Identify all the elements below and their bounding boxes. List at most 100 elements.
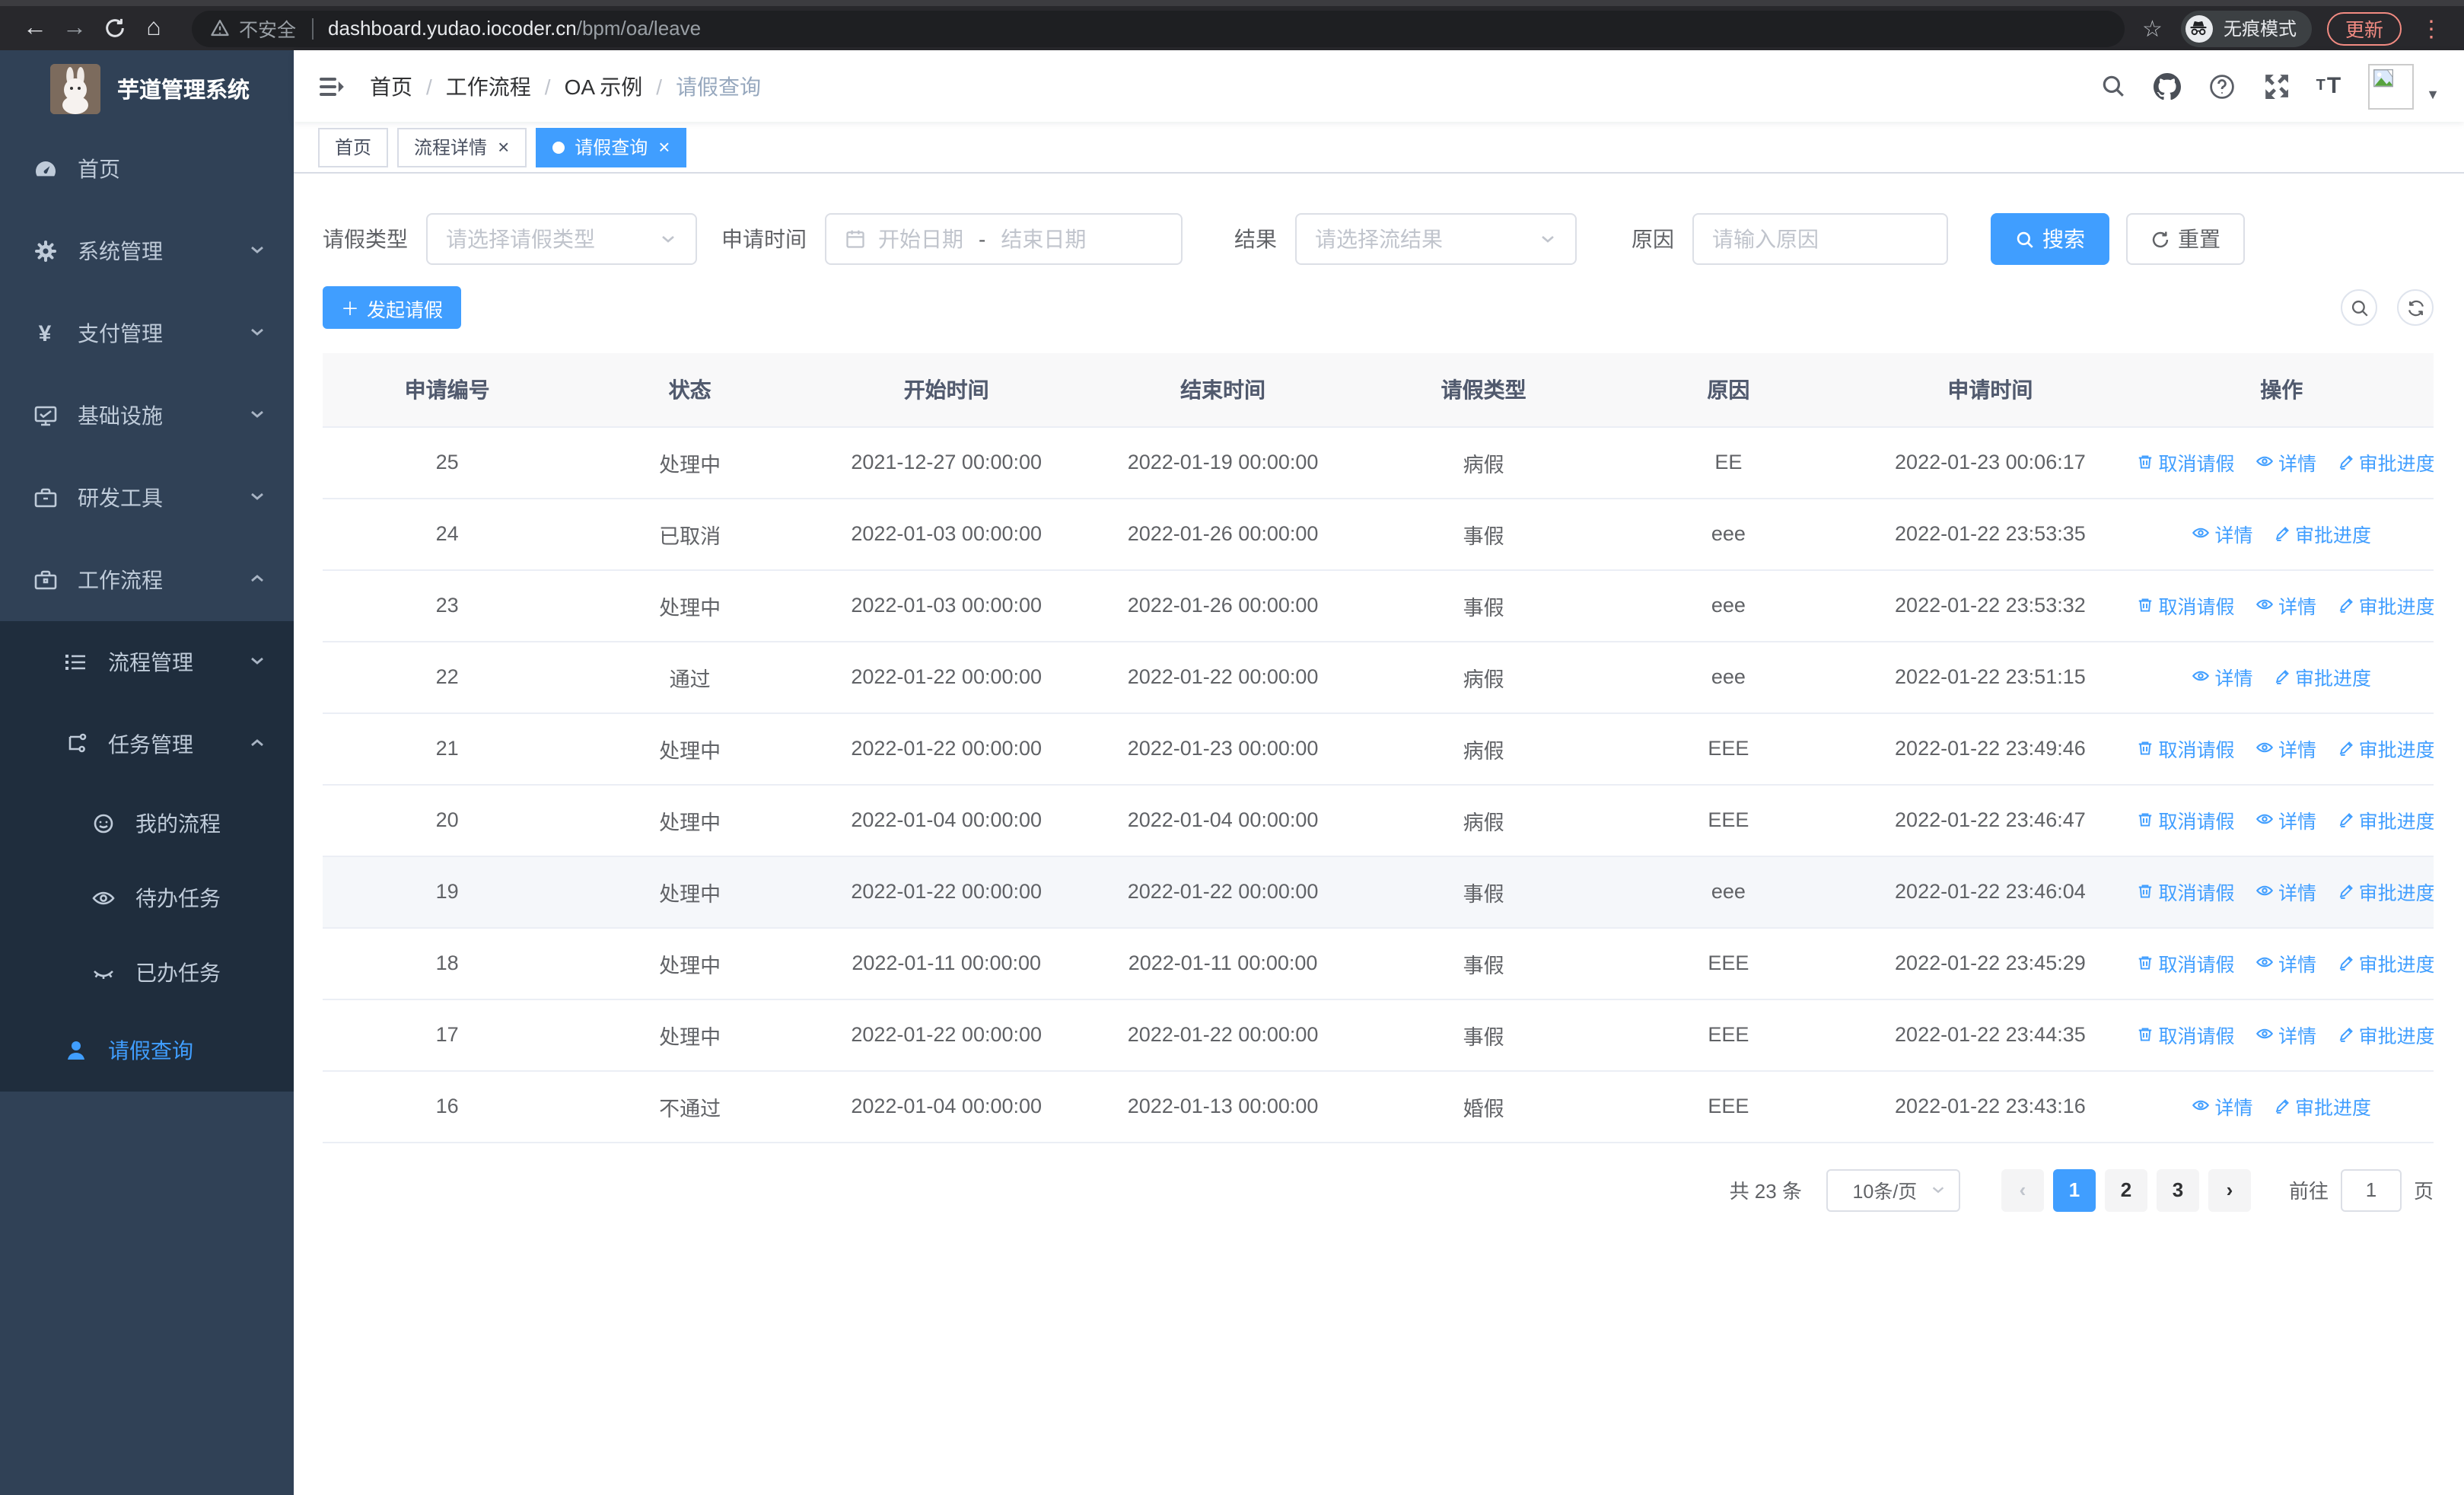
page-button-3[interactable]: 3 (2156, 1168, 2199, 1211)
breadcrumb-oa-example[interactable]: OA 示例 (565, 71, 643, 101)
address-bar[interactable]: 不安全 dashboard.yudao.iocoder.cn/bpm/oa/le… (192, 10, 2125, 46)
detail-link[interactable]: 详情 (2192, 519, 2252, 548)
search-form: 请假类型 请选择请假类型 申请时间 开始日期 - 结束日期 结果 请选择流结果 … (323, 213, 2434, 265)
browser-home-icon[interactable]: ⌂ (134, 15, 173, 40)
sidebar-item-system[interactable]: 系统管理 (0, 210, 294, 292)
detail-link[interactable]: 详情 (2255, 591, 2316, 620)
create-leave-label: 发起请假 (367, 299, 444, 320)
browser-reload-icon[interactable] (94, 16, 134, 40)
page-button-1[interactable]: 1 (2052, 1168, 2096, 1211)
search-button[interactable]: 搜索 (1991, 213, 2109, 265)
pen-icon (2339, 598, 2353, 614)
browser-forward-icon[interactable]: → (55, 15, 94, 40)
approval-progress-link[interactable]: 审批进度 (2338, 735, 2434, 763)
approval-progress-link[interactable]: 审批进度 (2274, 1092, 2371, 1121)
detail-link[interactable]: 详情 (2192, 1092, 2252, 1120)
cancel-leave-link[interactable]: 取消请假 (2137, 1021, 2235, 1050)
header-search-icon[interactable] (2100, 73, 2126, 99)
detail-link[interactable]: 详情 (2255, 734, 2316, 763)
close-icon[interactable]: × (498, 137, 509, 157)
sidebar-item-payment[interactable]: ¥ 支付管理 (0, 292, 294, 375)
tag-home[interactable]: 首页 (318, 127, 389, 167)
help-icon[interactable] (2208, 72, 2236, 100)
github-icon[interactable] (2153, 72, 2181, 100)
cell-actions: 详情 审批进度 (2129, 1070, 2434, 1143)
detail-link[interactable]: 详情 (2255, 1020, 2316, 1049)
font-size-icon[interactable]: TT (2316, 73, 2341, 99)
close-icon[interactable]: × (658, 137, 670, 157)
breadcrumb-home[interactable]: 首页 (370, 71, 412, 101)
cancel-leave-link[interactable]: 取消请假 (2137, 448, 2235, 477)
detail-link[interactable]: 详情 (2192, 662, 2252, 691)
breadcrumb-workflow[interactable]: 工作流程 (446, 71, 531, 101)
leave-table: 申请编号 状态 开始时间 结束时间 请假类型 原因 申请时间 操作 25 处理中 2 (323, 353, 2434, 1143)
sidebar-item-workflow[interactable]: 工作流程 (0, 539, 294, 621)
fullscreen-icon[interactable] (2263, 73, 2289, 99)
sidebar-item-dev-tools[interactable]: 研发工具 (0, 457, 294, 539)
cell-type: 事假 (1361, 498, 1606, 570)
sidebar-item-leave-query[interactable]: 请假查询 (0, 1009, 294, 1092)
approval-progress-link[interactable]: 审批进度 (2338, 949, 2434, 978)
broken-image-icon (2373, 69, 2394, 87)
approval-progress-link[interactable]: 审批进度 (2338, 591, 2434, 620)
page-button-2[interactable]: 2 (2104, 1168, 2147, 1211)
tag-process-detail[interactable]: 流程详情 × (397, 127, 527, 167)
cancel-leave-link[interactable]: 取消请假 (2137, 878, 2235, 907)
detail-link[interactable]: 详情 (2255, 805, 2316, 834)
user-avatar[interactable] (2368, 63, 2415, 109)
avatar-dropdown-caret-icon[interactable]: ▼ (2426, 86, 2440, 101)
cell-start: 2022-01-11 00:00:00 (808, 927, 1085, 999)
eye-icon (2192, 1101, 2210, 1111)
sidebar-item-todo-tasks[interactable]: 待办任务 (0, 860, 294, 935)
cell-status: 处理中 (571, 856, 808, 928)
detail-link[interactable]: 详情 (2255, 448, 2316, 477)
cancel-leave-link[interactable]: 取消请假 (2137, 949, 2235, 978)
sidebar-item-task-management[interactable]: 任务管理 (0, 703, 294, 786)
bookmark-star-icon[interactable]: ☆ (2142, 14, 2163, 42)
eye-icon (2255, 1029, 2274, 1039)
security-label[interactable]: 不安全 (239, 14, 296, 43)
cell-reason: eee (1606, 498, 1851, 570)
approval-progress-link[interactable]: 审批进度 (2338, 448, 2434, 477)
goto-page-input[interactable] (2340, 1168, 2402, 1211)
sidebar-item-infrastructure[interactable]: 基础设施 (0, 375, 294, 457)
chevron-up-icon (248, 732, 266, 757)
eye-icon (2255, 886, 2274, 896)
reset-button[interactable]: 重置 (2126, 213, 2245, 265)
next-page-button[interactable]: › (2208, 1168, 2251, 1211)
approval-progress-link[interactable]: 审批进度 (2338, 806, 2434, 835)
browser-menu-icon[interactable]: ⋮ (2414, 14, 2449, 42)
tag-leave-query[interactable]: 请假查询 × (535, 127, 687, 167)
sidebar-item-process-management[interactable]: 流程管理 (0, 621, 294, 703)
apply-time-range-picker[interactable]: 开始日期 - 结束日期 (825, 213, 1183, 265)
sidebar-collapse-icon[interactable] (318, 72, 345, 100)
prev-page-button[interactable]: ‹ (2001, 1168, 2044, 1211)
trash-icon (2139, 741, 2152, 756)
detail-link[interactable]: 详情 (2255, 948, 2316, 977)
sidebar-item-done-tasks[interactable]: 已办任务 (0, 935, 294, 1009)
approval-progress-link[interactable]: 审批进度 (2338, 1021, 2434, 1050)
show-search-toggle-icon[interactable] (2341, 289, 2377, 326)
cell-applied: 2022-01-22 23:53:35 (1851, 498, 2130, 570)
browser-back-icon[interactable]: ← (15, 15, 55, 40)
sidebar-item-my-process[interactable]: 我的流程 (0, 786, 294, 860)
page-size-select[interactable]: 10条/页 (1826, 1168, 1960, 1211)
create-leave-button[interactable]: ＋ 发起请假 (323, 286, 462, 329)
cell-applied: 2022-01-22 23:53:32 (1851, 569, 2130, 642)
leave-type-select[interactable]: 请选择请假类型 (426, 213, 697, 265)
chrome-update-button[interactable]: 更新 (2326, 11, 2402, 45)
cancel-leave-link[interactable]: 取消请假 (2137, 735, 2235, 763)
approval-progress-link[interactable]: 审批进度 (2338, 878, 2434, 907)
workflow-submenu: 流程管理 任务管理 我的流程 待办任务 已办任务 请假查询 (0, 621, 294, 1092)
sidebar-item-home[interactable]: 首页 (0, 128, 294, 210)
cancel-leave-link[interactable]: 取消请假 (2137, 806, 2235, 835)
reason-input[interactable] (1692, 213, 1948, 265)
cell-type: 病假 (1361, 784, 1606, 856)
approval-progress-link[interactable]: 审批进度 (2274, 663, 2371, 692)
cancel-leave-link[interactable]: 取消请假 (2137, 591, 2235, 620)
refresh-table-icon[interactable] (2397, 289, 2434, 326)
table-row: 16 不通过 2022-01-04 00:00:00 2022-01-13 00:00… (323, 1070, 2434, 1143)
detail-link[interactable]: 详情 (2255, 877, 2316, 906)
result-select[interactable]: 请选择流结果 (1295, 213, 1577, 265)
approval-progress-link[interactable]: 审批进度 (2274, 520, 2371, 549)
